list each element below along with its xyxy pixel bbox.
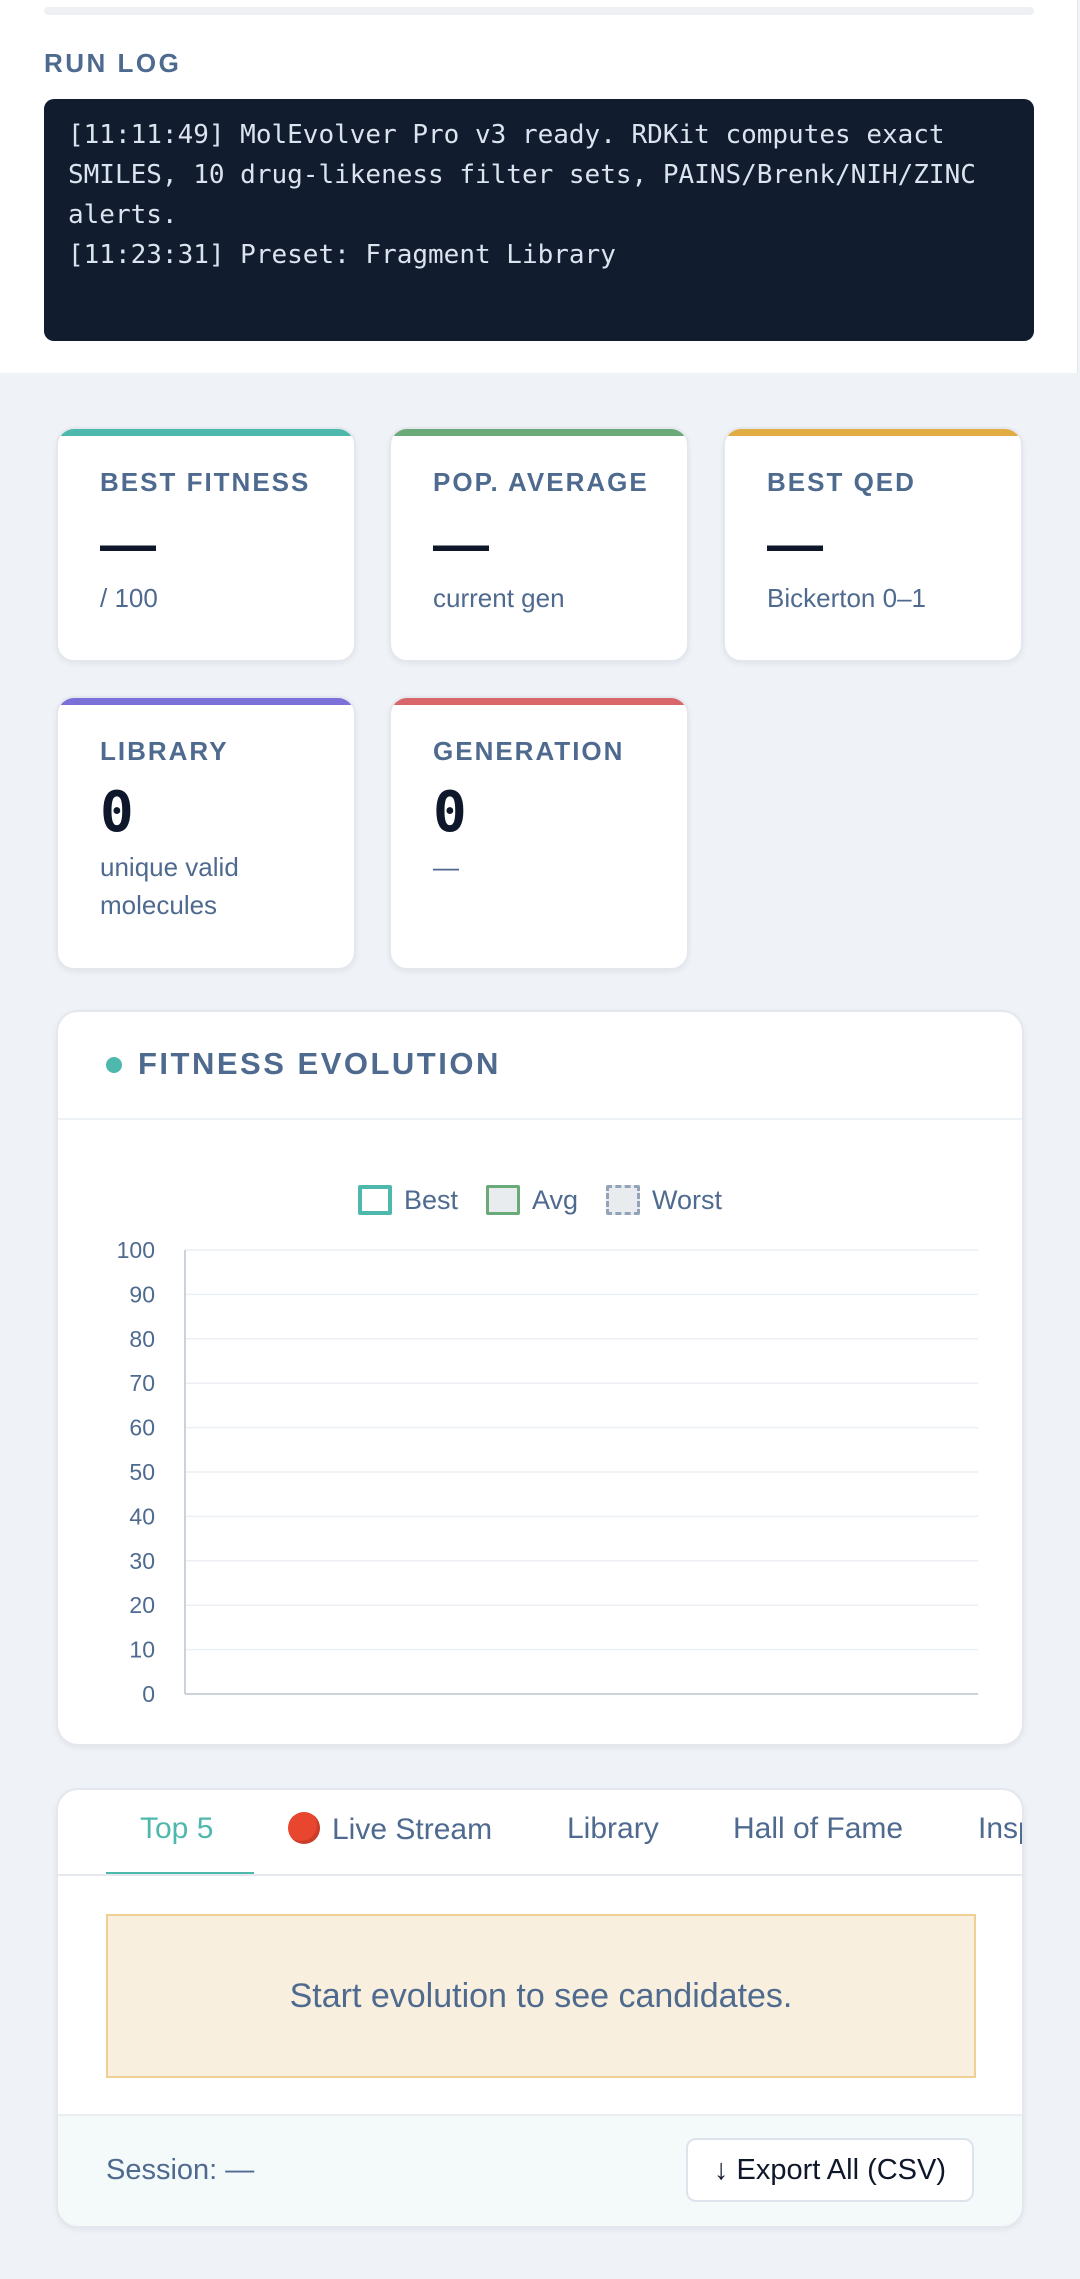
panel-footer: Session: — ↓ Export All (CSV): [58, 2114, 1022, 2226]
status-dot-icon: [106, 1057, 122, 1073]
run-log-panel: RUN LOG [11:11:49] MolEvolver Pro v3 rea…: [0, 0, 1078, 373]
card-accent: [391, 429, 687, 436]
y-tick-label: 90: [129, 1281, 155, 1307]
card-accent: [391, 698, 687, 705]
panel-divider: [44, 7, 1034, 15]
chart-title: FITNESS EVOLUTION: [138, 1046, 501, 1081]
legend-swatch-worst: [606, 1185, 641, 1215]
y-tick-label: 40: [129, 1503, 155, 1529]
library-card: LIBRARY 0 unique valid molecules: [56, 696, 356, 970]
stat-label: BEST QED: [767, 467, 916, 497]
stat-label: POP. AVERAGE: [433, 467, 649, 497]
legend-item-worst[interactable]: Worst: [606, 1185, 722, 1216]
card-accent: [725, 429, 1021, 436]
log-line: [11:23:31] Preset: Fragment Library: [68, 240, 616, 270]
legend-item-best[interactable]: Best: [357, 1184, 458, 1216]
stat-sub: current gen: [433, 583, 565, 613]
fitness-chart-plot: 0 10 20 30 40 50 60 70 80 90 100: [117, 1237, 978, 1707]
y-tick-label: 80: [129, 1326, 155, 1352]
chart-header: FITNESS EVOLUTION: [58, 1012, 1022, 1120]
stat-label: LIBRARY: [100, 736, 229, 766]
run-log-console[interactable]: [11:11:49] MolEvolver Pro v3 ready. RDKi…: [44, 99, 1034, 341]
stat-value: 0: [433, 780, 467, 845]
stat-sub: Bickerton 0–1: [767, 583, 926, 613]
y-tick-label: 70: [129, 1370, 155, 1396]
run-log-title: RUN LOG: [44, 48, 182, 78]
candidates-panel: Top 5 Live Stream Library Hall of Fame I…: [56, 1788, 1024, 2228]
generation-card: GENERATION 0 —: [389, 696, 689, 970]
card-accent: [58, 429, 354, 436]
tab-library[interactable]: Library: [567, 1812, 659, 1846]
stat-label: GENERATION: [433, 736, 625, 766]
legend-label: Avg: [531, 1184, 579, 1215]
stat-sub: unique valid molecules: [100, 852, 239, 920]
tab-inspector[interactable]: Insp: [978, 1812, 1022, 1846]
y-tick-label: 20: [129, 1592, 155, 1618]
stat-value: —: [433, 512, 489, 575]
y-tick-label: 30: [129, 1548, 155, 1574]
best-qed-card: BEST QED — Bickerton 0–1: [723, 427, 1023, 662]
legend-swatch-best: [357, 1185, 392, 1215]
red-circle-icon: [288, 1812, 320, 1844]
log-line: [11:11:49] MolEvolver Pro v3 ready. RDKi…: [68, 120, 992, 230]
stat-sub: / 100: [100, 583, 158, 613]
fitness-evolution-card: FITNESS EVOLUTION Best Avg Worst 0 10 20 30…: [56, 1010, 1024, 1746]
y-tick-label: 50: [129, 1459, 155, 1485]
chart-legend: Best Avg Worst: [58, 1182, 1022, 1218]
y-tick-label: 60: [129, 1415, 155, 1441]
stat-value: —: [767, 512, 823, 575]
stat-value: —: [100, 512, 156, 575]
tab-bar: Top 5 Live Stream Library Hall of Fame I…: [58, 1790, 1022, 1876]
card-accent: [58, 698, 354, 705]
best-fitness-card: BEST FITNESS — / 100: [56, 427, 356, 662]
legend-swatch-avg: [485, 1185, 520, 1215]
legend-label: Best: [403, 1184, 458, 1215]
legend-label: Worst: [652, 1184, 723, 1215]
y-tick-label: 0: [142, 1681, 155, 1707]
session-label: Session: —: [106, 2154, 255, 2186]
export-csv-button[interactable]: ↓ Export All (CSV): [686, 2138, 974, 2202]
tab-label: Live Stream: [332, 1813, 493, 1846]
y-tick-label: 100: [117, 1237, 155, 1263]
tab-live-stream[interactable]: Live Stream: [288, 1812, 492, 1847]
pop-average-card: POP. AVERAGE — current gen: [389, 427, 689, 662]
y-tick-label: 10: [129, 1637, 155, 1663]
tab-top-5[interactable]: Top 5: [140, 1812, 213, 1846]
empty-state-message: Start evolution to see candidates.: [106, 1914, 976, 2078]
stat-sub: —: [433, 852, 459, 882]
stat-label: BEST FITNESS: [100, 467, 311, 497]
active-tab-indicator: [106, 1872, 254, 1874]
legend-item-avg[interactable]: Avg: [485, 1184, 579, 1216]
stat-value: 0: [100, 780, 134, 845]
tab-hall-of-fame[interactable]: Hall of Fame: [733, 1812, 903, 1846]
